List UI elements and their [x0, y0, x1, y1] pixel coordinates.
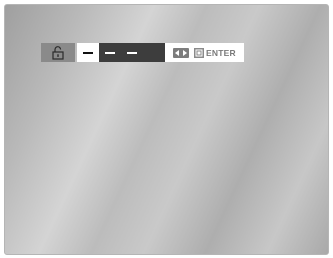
- left-right-arrows-icon: [173, 47, 189, 58]
- digit-slot-1[interactable]: [77, 43, 99, 62]
- digit-slot-3[interactable]: [121, 43, 143, 62]
- enter-label: ENTER: [206, 47, 236, 58]
- digit-placeholder: [127, 51, 137, 54]
- password-digits[interactable]: [77, 43, 165, 62]
- digit-slot-2[interactable]: [99, 43, 121, 62]
- help-hints: ENTER: [165, 43, 244, 62]
- digit-placeholder: [105, 51, 115, 54]
- enter-hint: ENTER: [194, 47, 236, 58]
- digit-placeholder: [83, 51, 93, 54]
- tv-screen: ENTER: [4, 4, 329, 255]
- lock-icon: [52, 45, 64, 60]
- lock-icon-box: [41, 43, 75, 62]
- enter-icon: [194, 47, 204, 58]
- digit-slot-4: [143, 43, 165, 62]
- password-osd-bar: ENTER: [41, 43, 244, 62]
